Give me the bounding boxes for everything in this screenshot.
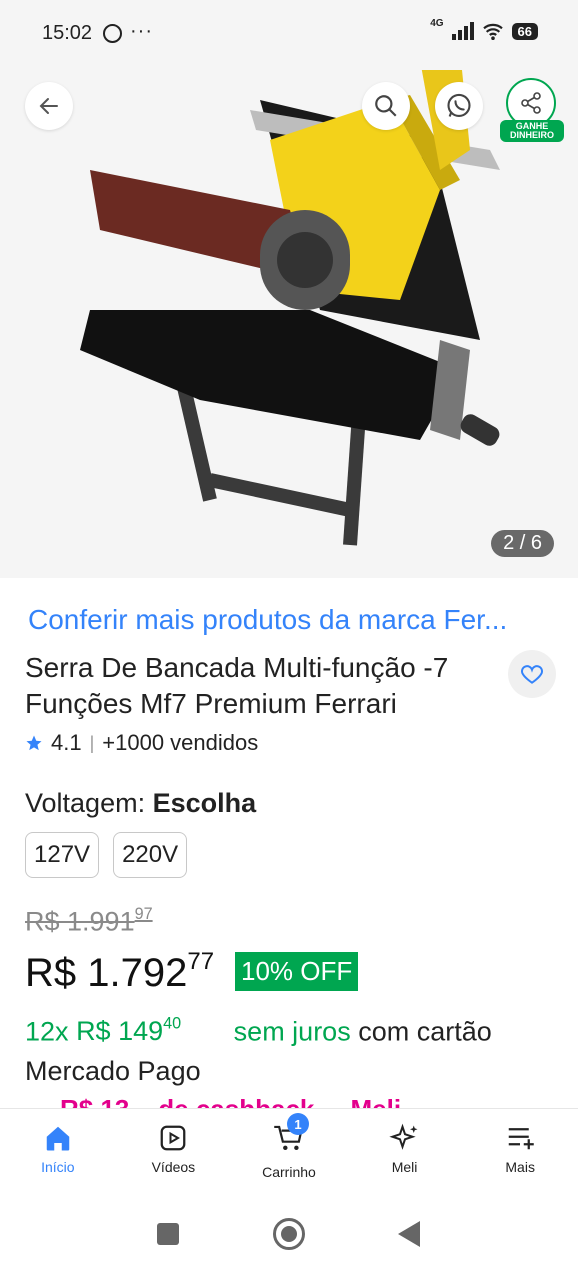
home-icon <box>46 1126 70 1151</box>
home-button[interactable] <box>273 1218 305 1250</box>
promo-banner[interactable]: R$ 13... de cashback ... Meli <box>60 1094 490 1108</box>
original-price: R$ 1.99197 <box>25 905 153 937</box>
no-interest-label: sem juros <box>233 1016 351 1047</box>
more-notifications-icon: ··· <box>130 20 153 42</box>
nav-label-carrinho: Carrinho <box>262 1164 316 1180</box>
recents-button[interactable] <box>157 1223 179 1245</box>
system-nav-bar <box>0 1194 578 1280</box>
installment-count: 12x <box>25 1016 69 1047</box>
star-icon <box>26 735 42 751</box>
system-back-button[interactable] <box>398 1221 420 1247</box>
sparkle-icon <box>388 1123 418 1150</box>
installment-main: R$ 149 <box>76 1016 164 1047</box>
promo-text: R$ 13... de cashback ... Meli <box>60 1094 401 1108</box>
rating-separator: | <box>89 732 95 753</box>
status-bar: 15:02 ··· 4G 66 <box>0 0 578 70</box>
nav-meli[interactable]: Meli <box>347 1109 463 1194</box>
installments-info[interactable]: 12x R$ 14940 sem juros com cartão Mercad… <box>25 1004 555 1091</box>
menu-add-icon <box>508 1128 534 1150</box>
bottom-nav: Início Vídeos 1 Carrinho Meli Mais <box>0 1108 578 1194</box>
nav-label-mais: Mais <box>505 1159 535 1175</box>
nav-videos[interactable]: Vídeos <box>116 1109 232 1194</box>
share-icon <box>521 92 541 114</box>
nav-label-videos: Vídeos <box>151 1159 196 1175</box>
installment-amount: R$ 14940 <box>76 1015 182 1047</box>
original-price-main: R$ 1.991 <box>25 906 135 937</box>
heart-icon <box>521 665 543 684</box>
whatsapp-share-button[interactable] <box>435 82 483 130</box>
sold-count: +1000 vendidos <box>102 730 259 755</box>
status-time: 15:02 <box>42 22 93 44</box>
voltage-label: Voltagem: Escolha <box>25 788 256 819</box>
nav-label-meli: Meli <box>391 1159 418 1175</box>
arrow-left-icon <box>39 98 58 114</box>
whatsapp-notification-icon <box>103 24 122 43</box>
voltage-selected: Escolha <box>152 788 257 818</box>
nav-label-inicio: Início <box>41 1159 75 1175</box>
image-counter: 2 / 6 <box>491 530 554 557</box>
brand-products-link[interactable]: Conferir mais produtos da marca Fer... <box>28 604 558 636</box>
whatsapp-icon <box>447 93 471 117</box>
current-price-main: R$ 1.792 <box>25 950 188 995</box>
search-button[interactable] <box>362 82 410 130</box>
battery-indicator: 66 <box>511 22 538 40</box>
discount-badge: 10% OFF <box>235 952 359 991</box>
rating-value: 4.1 <box>51 730 82 755</box>
voltage-option-127v[interactable]: 127V <box>25 832 100 878</box>
original-price-cents: 97 <box>134 905 153 923</box>
video-icon <box>161 1125 186 1151</box>
product-title: Serra De Bancada Multi-função -7 Funções… <box>25 652 449 719</box>
nav-carrinho[interactable]: 1 Carrinho <box>231 1109 347 1194</box>
cart-count-badge: 1 <box>286 1113 309 1135</box>
signal-icon <box>451 22 474 40</box>
share-earn-button[interactable]: GANHE DINHEIRO <box>500 78 564 142</box>
nav-inicio[interactable]: Início <box>0 1109 116 1194</box>
back-button[interactable] <box>25 82 73 130</box>
search-icon <box>375 95 397 117</box>
network-type: 4G <box>430 17 444 29</box>
wifi-icon <box>482 23 503 40</box>
current-price: R$ 1.79277 <box>25 948 214 996</box>
voltage-option-220v[interactable]: 220V <box>113 832 188 878</box>
favorite-button[interactable] <box>508 650 556 698</box>
rating-row[interactable]: 4.1 | +1000 vendidos <box>25 730 258 756</box>
voltage-options: 127V 220V <box>25 832 188 878</box>
product-gallery[interactable]: GANHE DINHEIRO 2 / 6 <box>0 0 578 578</box>
share-badge: GANHE DINHEIRO <box>500 120 564 142</box>
voltage-title: Voltagem: <box>25 788 153 818</box>
installment-cents: 40 <box>163 1015 182 1033</box>
nav-mais[interactable]: Mais <box>462 1109 578 1194</box>
current-price-cents: 77 <box>187 948 215 975</box>
